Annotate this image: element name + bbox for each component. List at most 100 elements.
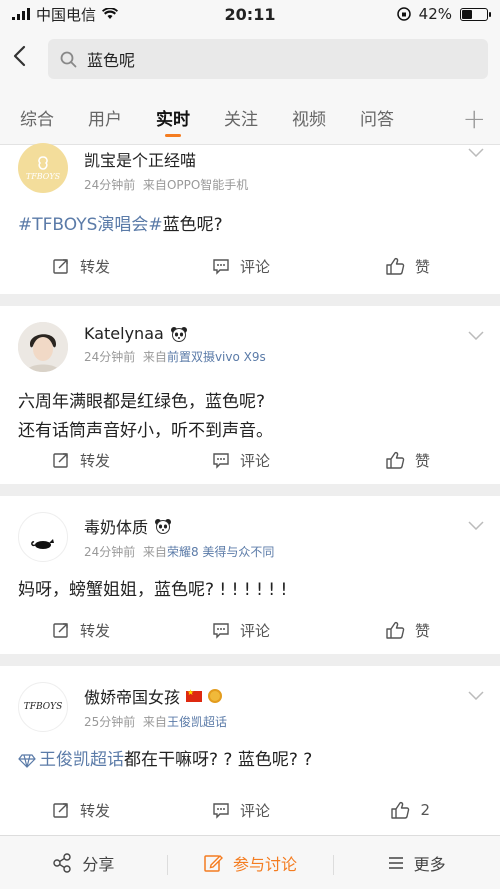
like-label: 赞 <box>414 257 430 276</box>
tab-following[interactable]: 关注 <box>224 90 258 145</box>
like-button[interactable]: 赞 <box>304 620 480 641</box>
comment-label: 评论 <box>239 257 270 276</box>
back-button[interactable] <box>12 44 42 74</box>
comment-icon <box>213 623 229 639</box>
search-input[interactable]: 蓝色呢 <box>48 39 488 79</box>
repost-button[interactable]: 转发 <box>20 450 178 471</box>
chevron-down-icon <box>468 148 484 158</box>
post-username-row: Katelynaa <box>84 324 500 343</box>
post-actions: 转发 评论 赞 <box>0 438 500 482</box>
comment-button[interactable]: 评论 <box>178 620 304 641</box>
repost-icon <box>53 453 68 468</box>
join-discussion-button[interactable]: 参与讨论 <box>166 851 334 875</box>
repost-button[interactable]: 转发 <box>20 620 178 641</box>
post-card[interactable]: Katelynaa 24分钟前 来自前置双摄vivo X9s 六周年满眼都是红绿… <box>0 306 500 484</box>
repost-label: 转发 <box>80 451 111 470</box>
more-button[interactable]: 更多 <box>333 851 500 875</box>
more-label: 更多 <box>413 854 446 874</box>
post-username-row: 毒奶体质 <box>84 514 500 538</box>
post-username[interactable]: 毒奶体质 <box>84 514 148 538</box>
share-button[interactable]: 分享 <box>0 851 167 875</box>
post-menu-button[interactable] <box>468 145 484 161</box>
like-button[interactable]: 2 <box>304 801 480 819</box>
super-topic-link[interactable]: 王俊凯超话 <box>39 746 124 775</box>
battery-percent: 42% <box>418 5 452 23</box>
post-card[interactable]: TFBOYS 凯宝是个正经喵 24分钟前 来自OPPO智能手机 #TFBOYS演… <box>0 143 500 294</box>
post-text: 蓝色呢? <box>162 215 223 235</box>
tab-comprehensive[interactable]: 综合 <box>20 90 54 145</box>
wifi-icon <box>102 8 119 19</box>
repost-button[interactable]: 转发 <box>20 800 178 821</box>
repost-button[interactable]: 转发 <box>20 256 178 277</box>
post-actions: 转发 评论 2 <box>0 788 500 832</box>
status-bar: 中国电信 20:11 42% <box>0 0 500 28</box>
post-menu-button[interactable] <box>468 328 484 344</box>
post-source-prefix: 来自 <box>142 545 167 559</box>
search-icon <box>60 51 77 67</box>
post-menu-button[interactable] <box>468 518 484 534</box>
post-meta: 25分钟前 来自王俊凯超话 <box>84 713 500 730</box>
diamond-icon <box>18 753 36 768</box>
comment-button[interactable]: 评论 <box>178 800 304 821</box>
repost-icon <box>53 623 68 638</box>
back-arrow-icon <box>13 45 26 67</box>
post-content[interactable]: #TFBOYS演唱会#蓝色呢? <box>0 211 500 240</box>
thumbs-up-icon <box>386 257 405 275</box>
post-username[interactable]: Katelynaa <box>84 324 164 343</box>
tab-users[interactable]: 用户 <box>88 90 122 145</box>
post-card[interactable]: TFBOYS 傲娇帝国女孩 25分钟前 来自王俊凯超话 王俊凯超话都在干嘛呀? … <box>0 666 500 842</box>
post-source-link[interactable]: 王俊凯超话 <box>167 715 227 729</box>
join-discussion-label: 参与讨论 <box>233 854 298 874</box>
chevron-down-icon <box>468 331 484 341</box>
post-time: 24分钟前 <box>84 178 136 192</box>
comment-label: 评论 <box>239 621 270 640</box>
post-source-prefix: 来自 <box>142 178 167 192</box>
post-source-link[interactable]: 荣耀8 美得与众不同 <box>167 545 274 559</box>
post-text: 都在干嘛呀? ? 蓝色呢? ? <box>124 750 313 770</box>
post-username[interactable]: 傲娇帝国女孩 <box>84 684 180 708</box>
tab-qa[interactable]: 问答 <box>360 90 394 145</box>
chevron-down-icon <box>468 521 484 531</box>
share-icon <box>53 852 72 873</box>
signal-icon <box>12 8 30 20</box>
post-username[interactable]: 凯宝是个正经喵 <box>84 147 500 171</box>
post-text-line: 六周年满眼都是红绿色，蓝色呢? <box>18 392 266 412</box>
chevron-down-icon <box>468 691 484 701</box>
repost-label: 转发 <box>80 801 111 820</box>
post-time: 24分钟前 <box>84 545 136 559</box>
battery-icon <box>460 7 491 21</box>
post-meta: 24分钟前 来自OPPO智能手机 <box>84 176 500 193</box>
comment-button[interactable]: 评论 <box>178 256 304 277</box>
thumbs-up-icon <box>386 451 405 469</box>
post-card[interactable]: 毒奶体质 24分钟前 来自荣耀8 美得与众不同 妈呀，螃蟹姐姐，蓝色呢? ! !… <box>0 496 500 654</box>
post-time: 24分钟前 <box>84 350 136 364</box>
post-menu-button[interactable] <box>468 688 484 704</box>
repost-icon <box>53 803 68 818</box>
carrier-label: 中国电信 <box>36 5 97 24</box>
post-meta: 24分钟前 来自前置双摄vivo X9s <box>84 348 500 365</box>
post-username-row: 傲娇帝国女孩 <box>84 684 500 708</box>
search-query: 蓝色呢 <box>87 51 136 70</box>
like-button[interactable]: 赞 <box>304 450 480 471</box>
post-content[interactable]: 王俊凯超话 都在干嘛呀? ? 蓝色呢? ? <box>0 746 500 775</box>
post-source-prefix: 来自 <box>142 350 167 364</box>
post-content[interactable]: 妈呀，螃蟹姐姐，蓝色呢? ! ! ! ! ! ! <box>0 576 500 605</box>
china-flag-icon <box>186 688 203 702</box>
edit-icon <box>204 854 223 872</box>
comment-icon <box>213 453 229 469</box>
tab-videos[interactable]: 视频 <box>292 90 326 145</box>
bottom-action-bar: 分享 参与讨论 更多 <box>0 835 500 889</box>
panda-emoji-icon <box>170 326 187 342</box>
like-button[interactable]: 赞 <box>304 256 480 277</box>
post-source-link[interactable]: 前置双摄vivo X9s <box>167 350 266 364</box>
panda-emoji-icon <box>155 519 172 534</box>
comment-button[interactable]: 评论 <box>178 450 304 471</box>
comment-label: 评论 <box>239 801 270 820</box>
add-tab-button[interactable]: + <box>463 102 486 135</box>
post-actions: 转发 评论 赞 <box>0 608 500 652</box>
post-topic-link[interactable]: #TFBOYS演唱会# <box>18 215 163 235</box>
search-header: 蓝色呢 <box>0 28 500 90</box>
tab-realtime[interactable]: 实时 <box>156 90 190 145</box>
repost-label: 转发 <box>80 257 111 276</box>
like-count: 2 <box>420 801 430 819</box>
